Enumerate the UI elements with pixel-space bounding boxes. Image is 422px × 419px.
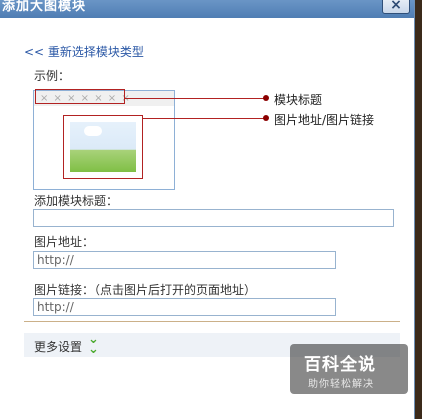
- close-button[interactable]: ×: [382, 0, 410, 14]
- module-title-input[interactable]: [33, 209, 394, 227]
- watermark-subtitle: 助你轻松解决: [308, 379, 374, 390]
- image-url-label: 图片地址：: [34, 235, 95, 249]
- example-title-highlight: [35, 89, 125, 104]
- add-big-image-module-dialog: 添加大图模块 × << 重新选择模块类型 示例： × × × × × × × 模…: [0, 0, 415, 419]
- callout-dot-image: [263, 115, 269, 121]
- section-divider: [24, 321, 400, 322]
- example-image-highlight: [63, 115, 143, 179]
- cloud-icon: [84, 126, 102, 136]
- callout-image-url-link: 图片地址/图片链接: [274, 113, 375, 127]
- image-link-input[interactable]: [33, 298, 336, 316]
- watermark-title: 百科全说: [304, 355, 376, 375]
- dialog-titlebar: 添加大图模块 ×: [0, 0, 414, 18]
- callout-module-title: 模块标题: [274, 93, 323, 107]
- dialog-title: 添加大图模块: [2, 0, 87, 14]
- double-chevron-down-icon: ⌄ ⌄: [88, 332, 99, 357]
- image-url-input[interactable]: [33, 251, 336, 269]
- module-title-label: 添加模块标题：: [34, 194, 119, 208]
- reselect-module-type-link[interactable]: << 重新选择模块类型: [24, 43, 144, 60]
- example-label: 示例：: [34, 69, 71, 83]
- example-image-icon: [70, 122, 136, 172]
- baike-watermark: 百科全说 助你轻松解决: [290, 344, 408, 394]
- callout-line-image: [143, 118, 265, 119]
- more-settings-label: 更多设置: [34, 340, 83, 354]
- image-link-label: 图片链接：（点击图片后打开的页面地址）: [34, 283, 257, 297]
- callout-line-title: [125, 98, 265, 99]
- close-icon: ×: [390, 0, 402, 13]
- callout-dot-title: [263, 95, 269, 101]
